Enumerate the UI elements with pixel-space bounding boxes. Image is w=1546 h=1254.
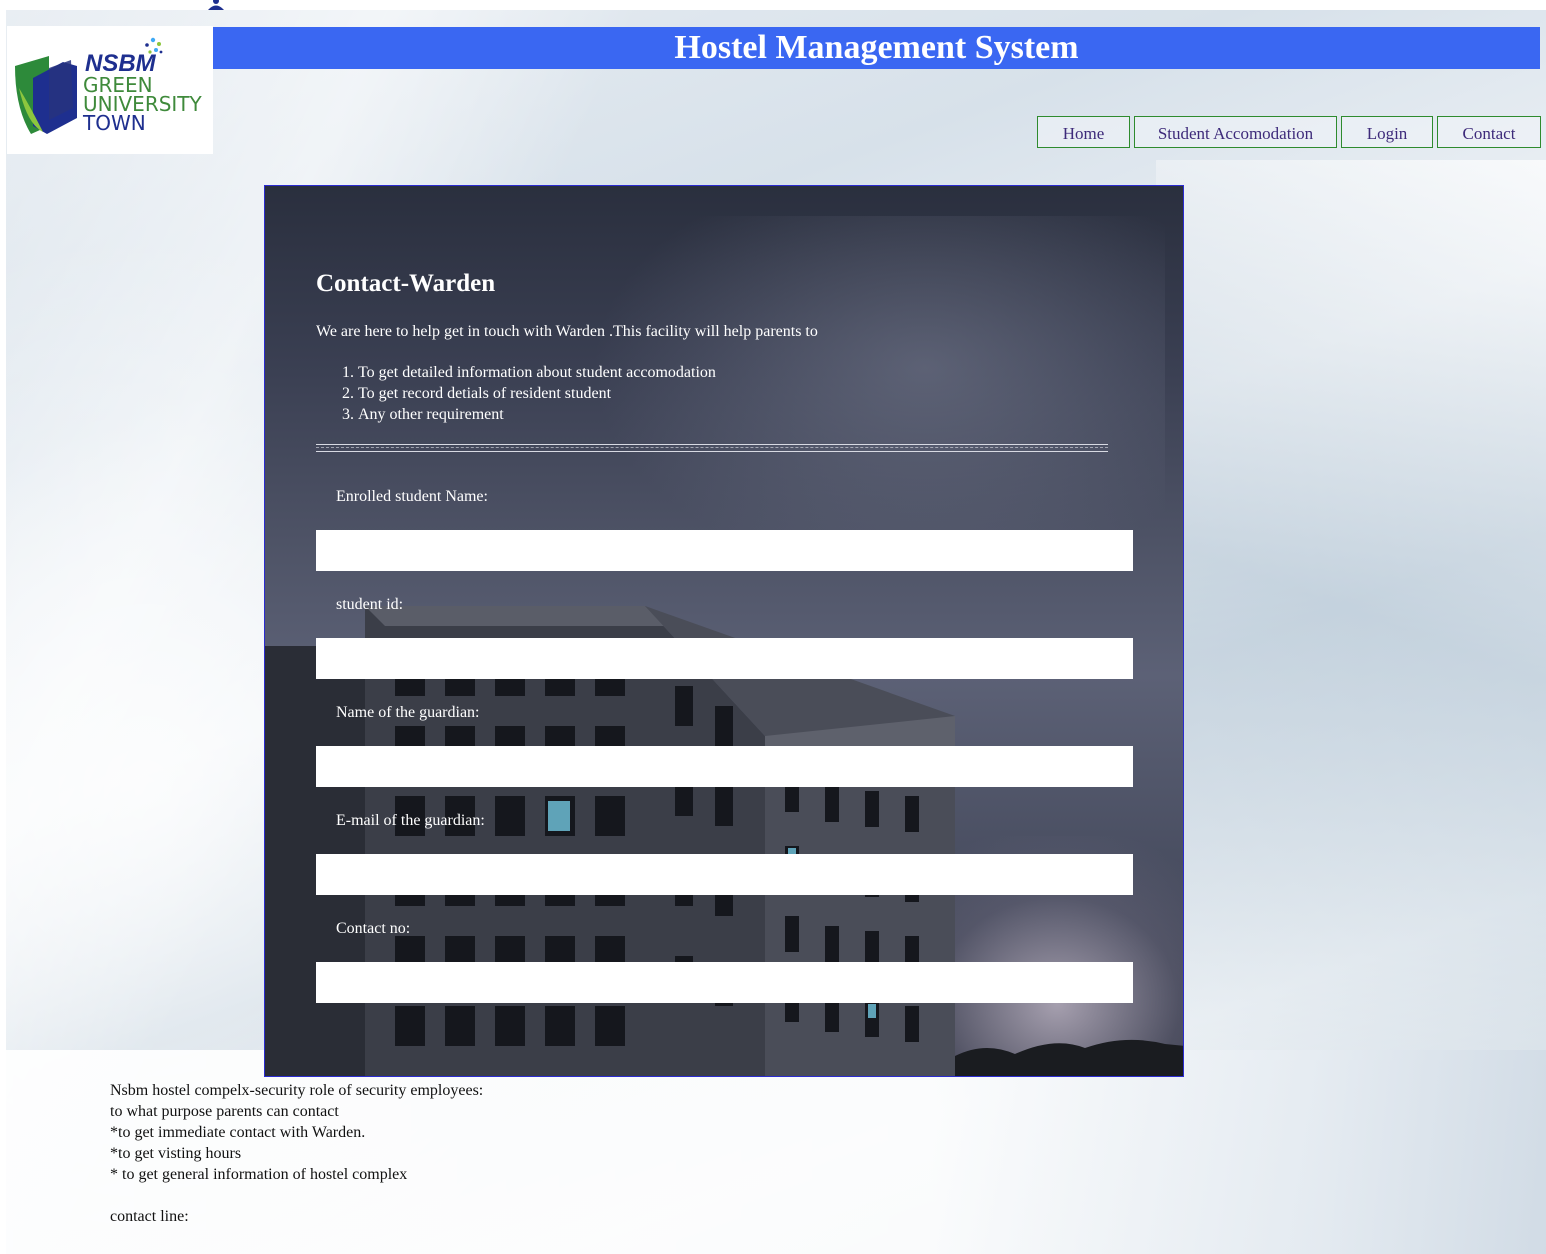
purpose-list: To get detailed information about studen… — [316, 362, 716, 425]
background-sweep-right — [1156, 160, 1546, 1060]
nav-home-link[interactable]: Home — [1037, 116, 1130, 148]
purpose-list-item: To get record detials of resident studen… — [358, 383, 716, 404]
student-name-label: Enrolled student Name: — [336, 488, 488, 505]
logo-mark-icon — [15, 56, 77, 134]
guardian-email-input[interactable] — [316, 854, 1133, 895]
info-line: Nsbm hostel compelx-security role of sec… — [110, 1082, 484, 1099]
student-name-input[interactable] — [316, 530, 1133, 571]
logo-line-town: TOWN — [83, 111, 146, 135]
logo-text: GREEN UNIVERSITY TOWN — [83, 75, 202, 135]
purpose-list-item: To get detailed information about studen… — [358, 362, 716, 383]
page-title: Hostel Management System — [674, 29, 1079, 66]
student-id-label: student id: — [336, 596, 404, 613]
form-intro: We are here to help get in touch with Wa… — [316, 323, 818, 340]
university-logo: NSBM GREEN UNIVERSITY TOWN — [7, 26, 213, 154]
main-nav: Home Student Accomodation Login Contact — [1037, 116, 1541, 148]
nav-login-link[interactable]: Login — [1341, 116, 1433, 148]
purpose-list-item: Any other requirement — [358, 404, 716, 425]
info-line: *to get immediate contact with Warden. — [110, 1124, 366, 1141]
contact-no-label: Contact no: — [336, 920, 411, 937]
security-info: Nsbm hostel compelx-security role of sec… — [110, 1080, 483, 1227]
guardian-name-label: Name of the guardian: — [336, 704, 480, 721]
person-icon — [208, 0, 224, 10]
page: NSBM GREEN UNIVERSITY TOWN Hostel Manage… — [0, 0, 1546, 1254]
guardian-email-label: E-mail of the guardian: — [336, 812, 485, 829]
info-line: * to get general information of hostel c… — [110, 1166, 408, 1183]
nav-contact-link[interactable]: Contact — [1437, 116, 1541, 148]
form-divider — [316, 444, 1108, 452]
info-line: to what purpose parents can contact — [110, 1103, 339, 1120]
header-bar: Hostel Management System — [213, 27, 1540, 69]
student-id-input[interactable] — [316, 638, 1133, 679]
contact-warden-panel: Contact-Warden We are here to help get i… — [264, 185, 1184, 1077]
info-line: *to get visting hours — [110, 1145, 242, 1162]
contact-no-input[interactable] — [316, 962, 1133, 1003]
nav-student-accomodation-link[interactable]: Student Accomodation — [1134, 116, 1337, 148]
guardian-name-input[interactable] — [316, 746, 1133, 787]
form-heading: Contact-Warden — [316, 270, 496, 297]
contact-line: contact line: — [110, 1208, 189, 1225]
